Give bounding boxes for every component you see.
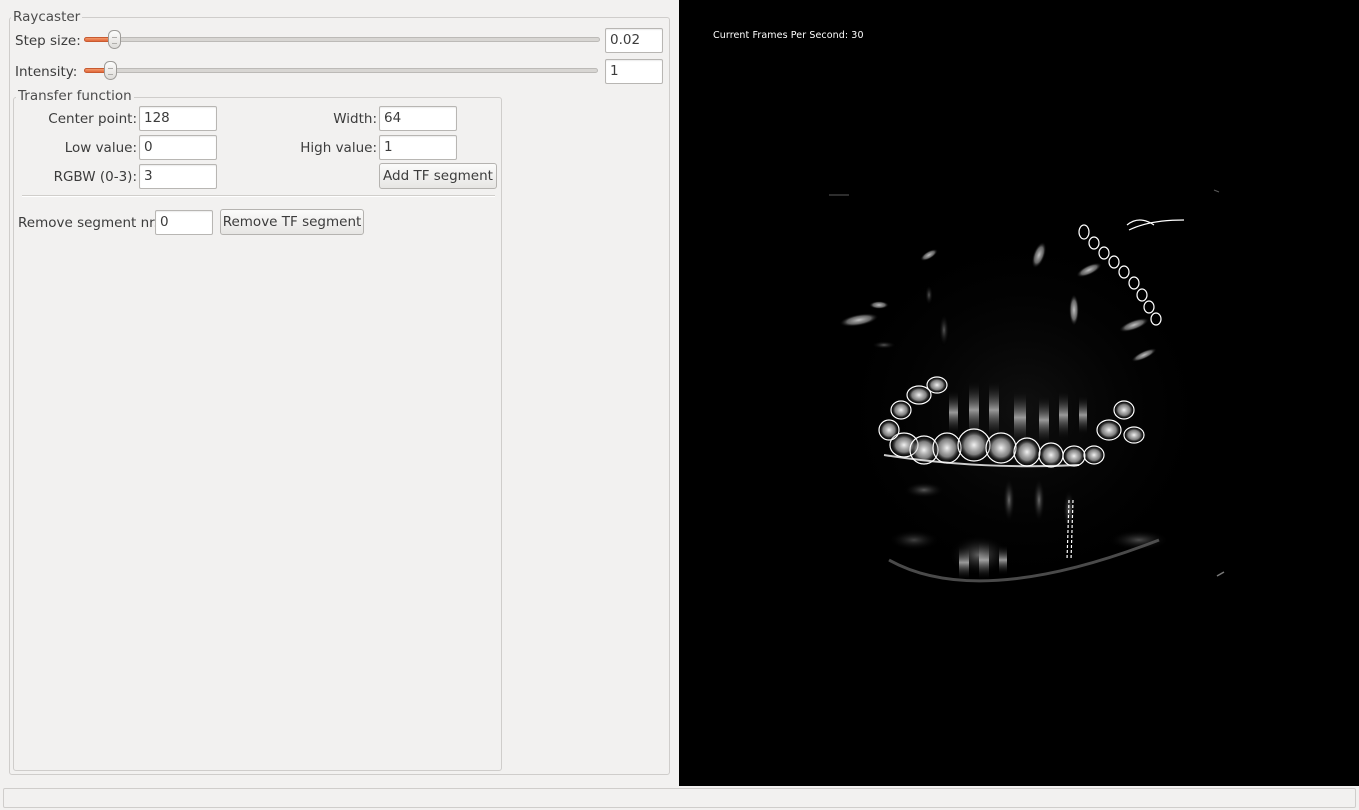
- transfer-function-group-title: Transfer function: [16, 88, 134, 104]
- step-size-label: Step size:: [15, 33, 81, 49]
- status-bar-frame: [3, 788, 1356, 808]
- raycaster-group-title: Raycaster: [11, 9, 83, 25]
- width-input[interactable]: 64: [379, 106, 457, 131]
- high-value-input[interactable]: 1: [379, 135, 457, 160]
- remove-tf-segment-button[interactable]: Remove TF segment: [220, 209, 364, 235]
- high-value-label: High value:: [300, 140, 377, 156]
- control-panel: Raycaster Step size: 0.02 Intensity: 1 T…: [0, 0, 679, 786]
- low-value-input[interactable]: 0: [139, 135, 217, 160]
- step-size-slider[interactable]: [84, 30, 600, 50]
- step-size-slider-handle[interactable]: [108, 30, 121, 49]
- rgbw-input[interactable]: 3: [139, 164, 217, 189]
- low-value-label: Low value:: [64, 140, 137, 156]
- remove-segment-label: Remove segment nr.: [18, 215, 158, 231]
- add-tf-segment-button[interactable]: Add TF segment: [379, 163, 497, 189]
- remove-segment-input[interactable]: 0: [155, 210, 213, 235]
- intensity-label: Intensity:: [15, 64, 78, 80]
- volume-render-view[interactable]: Current Frames Per Second: 30: [679, 0, 1359, 786]
- center-point-label: Center point:: [48, 111, 137, 127]
- step-size-input[interactable]: 0.02: [605, 28, 663, 53]
- skull-volume-render: [824, 189, 1225, 600]
- tf-separator: [22, 195, 495, 197]
- intensity-slider[interactable]: [84, 61, 598, 81]
- transfer-function-group: [13, 97, 502, 771]
- rgbw-label: RGBW (0-3):: [53, 169, 137, 185]
- intensity-slider-handle[interactable]: [104, 61, 117, 80]
- status-bar: [0, 786, 1359, 810]
- width-label: Width:: [333, 111, 377, 127]
- intensity-input[interactable]: 1: [605, 59, 663, 84]
- center-point-input[interactable]: 128: [139, 106, 217, 131]
